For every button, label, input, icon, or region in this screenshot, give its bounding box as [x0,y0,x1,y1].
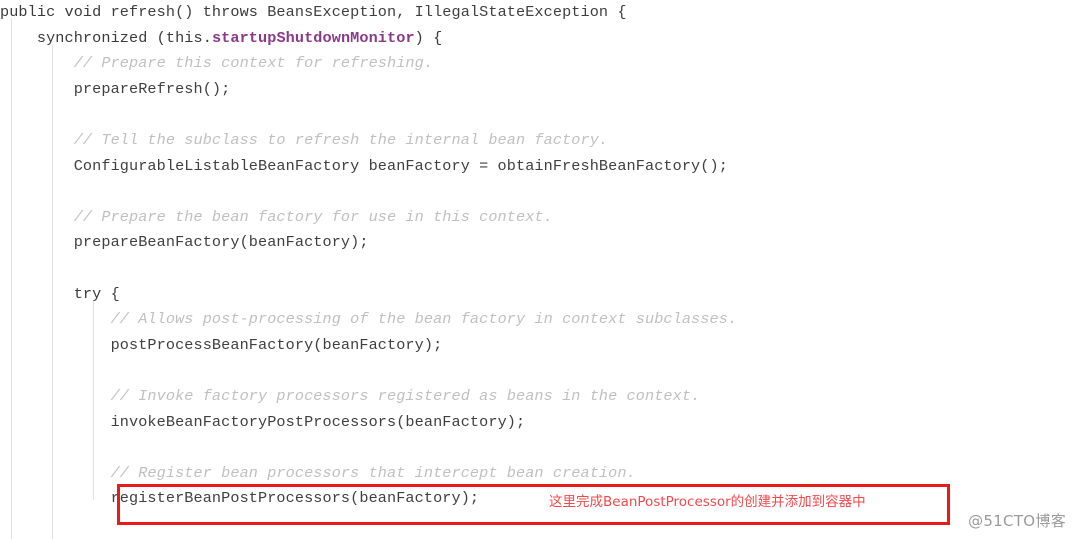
code-token-plain: BeansException, IllegalStateException { [267,3,627,21]
code-line: registerBeanPostProcessors(beanFactory); [0,486,1080,512]
code-token-plain: ConfigurableListableBeanFactory beanFact… [73,156,728,175]
code-line: public void refresh() throws BeansExcept… [0,0,1080,26]
watermark: @51CTO博客 [968,512,1066,530]
code-line: // Tell the subclass to refresh the inte… [0,128,1080,154]
code-token-keyword: public void [0,3,111,21]
code-line: prepareBeanFactory(beanFactory); [0,230,1080,256]
code-line: // Register bean processors that interce… [0,461,1080,487]
code-block: public void refresh() throws BeansExcept… [0,0,1080,512]
code-line: // Allows post-processing of the bean fa… [0,307,1080,333]
code-token-comment: // Register bean processors that interce… [110,463,636,482]
code-token-keyword: throws [202,3,268,21]
code-line: ConfigurableListableBeanFactory beanFact… [0,154,1080,180]
code-line: // Prepare this context for refreshing. [0,51,1080,77]
annotation-text: 这里完成BeanPostProcessor的创建并添加到容器中 [549,494,866,510]
code-token-plain: { [101,284,120,303]
code-line: postProcessBeanFactory(beanFactory); [0,333,1080,359]
code-line: prepareRefresh(); [0,77,1080,103]
code-token-keyword: (this. [156,28,212,47]
code-line: invokeBeanFactoryPostProcessors(beanFact… [0,410,1080,436]
code-token-comment: // Prepare this context for refreshing. [73,54,434,73]
code-token-keyword: try [73,284,102,303]
code-line: // Prepare the bean factory for use in t… [0,205,1080,231]
code-token-plain: postProcessBeanFactory(beanFactory); [110,335,443,354]
code-token-comment: // Prepare the bean factory for use in t… [73,207,553,226]
code-line: synchronized (this.startupShutdownMonito… [0,26,1080,52]
code-token-comment: // Tell the subclass to refresh the inte… [73,130,609,149]
code-viewer: public void refresh() throws BeansExcept… [0,0,1080,539]
code-token-keyword: synchronized [36,28,157,47]
code-token-comment: // Invoke factory processors registered … [110,386,701,405]
code-line: // Invoke factory processors registered … [0,384,1080,410]
code-token-plain: prepareBeanFactory(beanFactory); [73,233,369,252]
code-token-field: startupShutdownMonitor [211,28,415,47]
code-token-plain: prepareRefresh(); [73,79,231,98]
code-token-comment: // Allows post-processing of the bean fa… [110,310,738,329]
code-token-plain: registerBeanPostProcessors(beanFactory); [110,489,480,508]
code-token-keyword: ) { [414,28,443,47]
code-line: try { [0,282,1080,308]
code-token-plain: refresh() [110,3,203,21]
code-token-plain: invokeBeanFactoryPostProcessors(beanFact… [110,412,526,431]
